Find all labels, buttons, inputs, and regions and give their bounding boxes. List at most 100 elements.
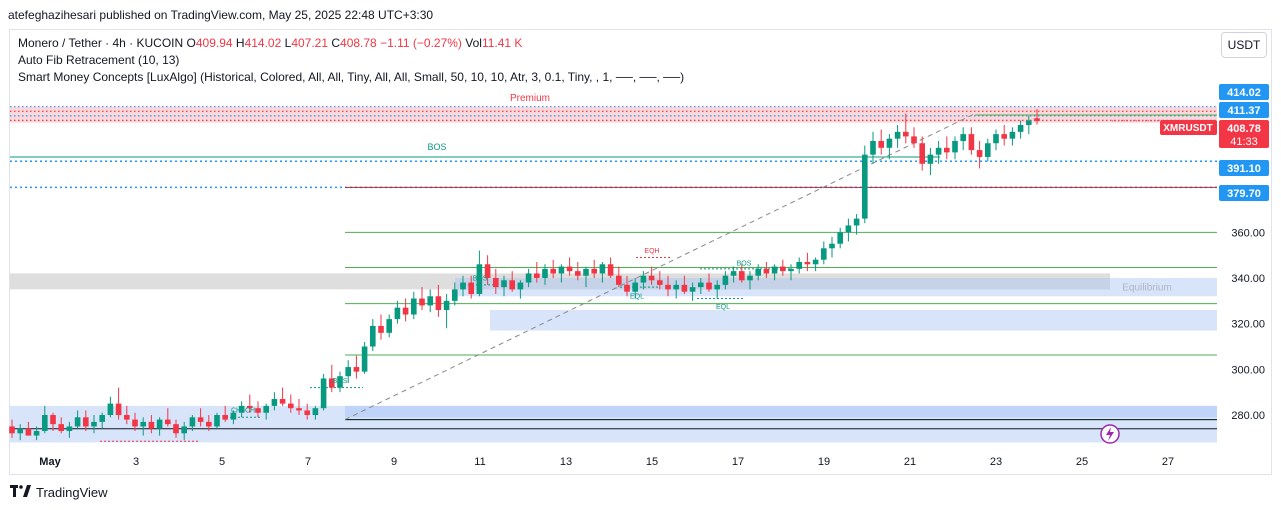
candle-body[interactable] — [870, 140, 876, 155]
candle-body[interactable] — [83, 417, 89, 427]
candle-body[interactable] — [944, 147, 950, 153]
candle-body[interactable] — [370, 325, 376, 347]
symbol-label[interactable]: Monero / Tether · 4h · KUCOIN — [18, 36, 183, 50]
candle-body[interactable] — [1034, 118, 1040, 121]
candle-body[interactable] — [583, 268, 589, 276]
candle-body[interactable] — [755, 268, 761, 276]
candle-body[interactable] — [132, 419, 138, 427]
candle-body[interactable] — [689, 287, 696, 292]
candle-body[interactable] — [837, 232, 843, 244]
candle-body[interactable] — [296, 408, 302, 411]
candle-body[interactable] — [66, 426, 73, 432]
candle-body[interactable] — [591, 268, 597, 274]
candle-body[interactable] — [812, 259, 819, 265]
candle-body[interactable] — [804, 262, 811, 265]
candle-body[interactable] — [345, 367, 351, 377]
candle-body[interactable] — [648, 275, 655, 281]
candle-body[interactable] — [665, 284, 671, 290]
candle-body[interactable] — [320, 378, 327, 409]
candle-body[interactable] — [681, 284, 688, 292]
candle-body[interactable] — [566, 266, 573, 272]
candle-body[interactable] — [927, 154, 934, 164]
currency-button[interactable]: USDT — [1221, 32, 1267, 58]
candle-body[interactable] — [206, 421, 212, 427]
candle-body[interactable] — [263, 405, 269, 413]
candle-body[interactable] — [706, 282, 712, 290]
candle-body[interactable] — [616, 275, 622, 285]
candle-body[interactable] — [673, 284, 679, 290]
candle-body[interactable] — [894, 131, 901, 139]
candle-body[interactable] — [993, 134, 999, 144]
candle-body[interactable] — [255, 408, 261, 413]
candle-body[interactable] — [115, 403, 122, 416]
candle-body[interactable] — [140, 421, 146, 427]
candle-body[interactable] — [9, 426, 15, 434]
candle-body[interactable] — [279, 399, 286, 404]
candle-body[interactable] — [640, 275, 647, 283]
candle-body[interactable] — [378, 325, 384, 333]
candle-body[interactable] — [468, 282, 474, 294]
candle-body[interactable] — [443, 300, 450, 310]
candle-body[interactable] — [862, 154, 868, 219]
candle-body[interactable] — [632, 282, 638, 292]
candle-body[interactable] — [788, 268, 794, 272]
candle-body[interactable] — [903, 131, 909, 137]
candle-body[interactable] — [386, 319, 392, 333]
candle-body[interactable] — [525, 273, 532, 283]
candle-body[interactable] — [74, 417, 81, 427]
candle-body[interactable] — [722, 275, 729, 285]
candle-body[interactable] — [509, 280, 515, 290]
candle-body[interactable] — [1009, 131, 1016, 139]
candle-body[interactable] — [353, 367, 360, 372]
candle-body[interactable] — [624, 284, 630, 292]
candle-body[interactable] — [747, 275, 753, 281]
candle-body[interactable] — [17, 428, 23, 434]
candle-body[interactable] — [288, 403, 294, 409]
candle-body[interactable] — [304, 410, 310, 416]
candle-body[interactable] — [599, 264, 606, 274]
candle-body[interactable] — [42, 415, 48, 432]
candle-body[interactable] — [853, 218, 860, 226]
candle-body[interactable] — [517, 282, 524, 290]
candle-body[interactable] — [911, 136, 917, 144]
candle-body[interactable] — [148, 421, 155, 429]
candle-body[interactable] — [493, 277, 499, 288]
candle-body[interactable] — [1026, 120, 1032, 125]
indicator-fib[interactable]: Auto Fib Retracement (10, 13) — [18, 52, 684, 69]
candle-body[interactable] — [960, 134, 966, 141]
candle-body[interactable] — [739, 271, 745, 281]
candle-body[interactable] — [435, 296, 442, 310]
candle-body[interactable] — [181, 426, 187, 434]
candle-body[interactable] — [968, 134, 975, 151]
candle-body[interactable] — [501, 280, 507, 288]
candle-body[interactable] — [411, 298, 417, 315]
candle-body[interactable] — [107, 403, 114, 416]
candle-body[interactable] — [821, 248, 827, 260]
candle-body[interactable] — [156, 419, 163, 429]
candle-body[interactable] — [845, 225, 852, 233]
candle-body[interactable] — [99, 415, 105, 422]
candle-body[interactable] — [575, 271, 581, 276]
candle-body[interactable] — [58, 424, 64, 432]
candle-body[interactable] — [402, 307, 409, 315]
candle-body[interactable] — [189, 417, 196, 427]
candle-body[interactable] — [698, 282, 704, 288]
candle-body[interactable] — [763, 268, 770, 274]
candle-body[interactable] — [361, 346, 368, 372]
candle-body[interactable] — [985, 143, 991, 157]
candle-body[interactable] — [878, 140, 884, 148]
candle-body[interactable] — [419, 298, 425, 306]
candle-body[interactable] — [550, 268, 556, 274]
candle-body[interactable] — [124, 415, 130, 420]
candle-body[interactable] — [1017, 124, 1024, 132]
candle-body[interactable] — [222, 415, 228, 420]
candle-body[interactable] — [25, 428, 32, 436]
candle-body[interactable] — [607, 264, 614, 276]
candle-body[interactable] — [312, 408, 319, 416]
candle-body[interactable] — [771, 266, 778, 274]
indicator-smc[interactable]: Smart Money Concepts [LuxAlgo] (Historic… — [18, 69, 684, 86]
candle-body[interactable] — [271, 399, 278, 406]
candle-body[interactable] — [173, 424, 179, 434]
candle-body[interactable] — [394, 307, 401, 320]
candle-body[interactable] — [976, 150, 983, 157]
